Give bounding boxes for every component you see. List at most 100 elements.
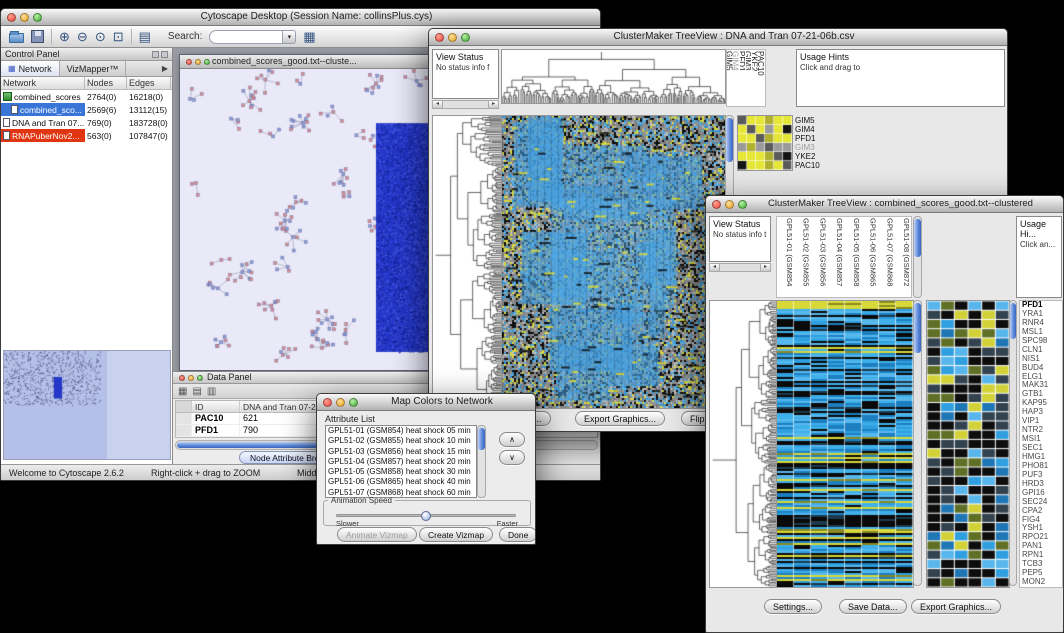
rows-icon[interactable]: ▤ <box>192 386 201 397</box>
float-panel-icon[interactable] <box>152 51 159 58</box>
attribute-item[interactable]: GPL51-05 (GSM858) heat shock 30 min <box>326 467 476 477</box>
zoom-selected-icon[interactable]: ⊡ <box>113 27 124 47</box>
minimize-icon[interactable] <box>188 375 194 381</box>
grid-tool-icon[interactable]: ▦ <box>303 27 315 47</box>
zoom-out-icon[interactable]: ⊖ <box>77 27 88 47</box>
network-name: combined_sco... <box>20 105 82 115</box>
attribute-item[interactable]: GPL51-04 (GSM857) heat shock 20 min <box>326 457 476 467</box>
column-dendrogram-canvas[interactable] <box>501 49 726 104</box>
network-row[interactable]: combined_sco...2569(6)13112(15) <box>1 103 172 116</box>
scrollbar-thumb[interactable] <box>914 303 921 353</box>
tab-overflow-icon[interactable]: ▶ <box>158 61 172 76</box>
dialog-title: Map Colors to Network <box>359 396 525 407</box>
network-row[interactable]: DNA and Tran 07...769(0)183728(0) <box>1 116 172 129</box>
move-up-button[interactable]: ∧ <box>499 432 525 447</box>
attribute-item[interactable]: GPL51-06 (GSM865) heat shock 40 min <box>326 477 476 487</box>
column-label: GPL51-05 (GSM858 <box>844 218 861 297</box>
attribute-list-scrollbar[interactable] <box>477 425 486 498</box>
scroll-left-icon[interactable]: ◂ <box>433 101 443 108</box>
zoom-window-button[interactable] <box>738 200 747 209</box>
close-icon[interactable] <box>179 375 185 381</box>
zoom-window-button[interactable] <box>461 33 470 42</box>
window-title: ClusterMaker TreeView : combined_scores_… <box>748 198 1053 209</box>
close-icon[interactable] <box>186 59 192 65</box>
save-session-icon[interactable] <box>31 30 44 43</box>
annotation-icon[interactable]: ▤ <box>139 27 151 47</box>
heatmap-vscrollbar[interactable] <box>913 300 922 586</box>
minimize-button[interactable] <box>448 33 457 42</box>
minimize-icon[interactable] <box>195 59 201 65</box>
treeview-combined-titlebar[interactable]: ClusterMaker TreeView : combined_scores_… <box>706 196 1063 213</box>
window-controls <box>7 13 42 22</box>
animation-speed-slider[interactable] <box>336 514 516 517</box>
heatmap-canvas[interactable] <box>501 115 726 409</box>
zoom-fit-icon[interactable]: ⊙ <box>95 27 106 47</box>
scrollbar-thumb[interactable] <box>1010 303 1016 339</box>
search-dropdown-icon[interactable]: ▾ <box>283 30 296 44</box>
search-input[interactable] <box>209 30 283 44</box>
zoom-window-button[interactable] <box>349 398 358 407</box>
scroll-right-icon[interactable]: ▸ <box>488 101 498 108</box>
scrollbar-thumb[interactable] <box>726 118 733 162</box>
tab-network[interactable]: ▦Network <box>1 61 60 76</box>
minimize-button[interactable] <box>20 13 29 22</box>
maximize-icon[interactable] <box>204 59 210 65</box>
column-label: PAC10 <box>758 51 764 106</box>
close-button[interactable] <box>712 200 721 209</box>
cytoscape-titlebar[interactable]: Cytoscape Desktop (Session Name: collins… <box>1 9 600 26</box>
tv2-export-graphics-button[interactable]: Export Graphics... <box>911 599 1001 614</box>
scrollbar-thumb[interactable] <box>478 428 485 450</box>
view-status-scrollbar[interactable]: ◂ ▸ <box>709 263 771 272</box>
view-status-panel: View Status No status info t <box>709 216 771 262</box>
tab-vizmapper[interactable]: VizMapper™ <box>60 61 127 76</box>
column-label-scrollbar[interactable] <box>913 216 922 298</box>
document-icon <box>3 118 10 127</box>
network-edges-count: 16218(0) <box>127 92 169 102</box>
minimize-button[interactable] <box>725 200 734 209</box>
global-heatmap-canvas[interactable] <box>776 300 914 588</box>
row-gutter <box>176 425 192 436</box>
scrollbar-thumb[interactable] <box>914 219 921 257</box>
usage-hints-text: Click and drag to <box>800 63 1001 72</box>
zoom-in-icon[interactable]: ⊕ <box>59 27 70 47</box>
attribute-item[interactable]: GPL51-03 (GSM856) heat shock 15 min <box>326 447 476 457</box>
close-button[interactable] <box>435 33 444 42</box>
view-status-scrollbar[interactable]: ◂ ▸ <box>432 100 499 109</box>
hide-panel-icon[interactable] <box>161 51 168 58</box>
tv2-save-data-button[interactable]: Save Data... <box>839 599 907 614</box>
birdseye-view-canvas[interactable] <box>3 350 171 460</box>
attribute-item[interactable]: GPL51-01 (GSM854) heat shock 05 min <box>326 426 476 436</box>
row-dendrogram-canvas[interactable] <box>709 300 777 588</box>
move-down-button[interactable]: ∨ <box>499 450 525 465</box>
close-button[interactable] <box>7 13 16 22</box>
slider-thumb[interactable] <box>421 511 431 521</box>
zoom-vscrollbar[interactable] <box>1009 300 1017 586</box>
view-status-title: View Status <box>713 219 767 229</box>
attribute-item[interactable]: GPL51-02 (GSM855) heat shock 10 min <box>326 436 476 446</box>
network-row[interactable]: combined_scores2764(0)16218(0) <box>1 90 172 103</box>
dialog-done-button[interactable]: Done <box>499 527 536 542</box>
treeview-dna-titlebar[interactable]: ClusterMaker TreeView : DNA and Tran 07-… <box>429 29 1007 46</box>
columns-icon[interactable]: ▥ <box>207 386 216 397</box>
dialog-titlebar[interactable]: Map Colors to Network <box>317 394 535 411</box>
zoom-window-button[interactable] <box>33 13 42 22</box>
zoom-heatmap-canvas[interactable] <box>926 300 1010 588</box>
cluster-label: YKE2 <box>795 152 820 161</box>
network-column-header: Nodes <box>85 77 127 89</box>
close-button[interactable] <box>323 398 332 407</box>
dialog-create-vizmap-button[interactable]: Create Vizmap <box>419 527 493 542</box>
scroll-left-icon[interactable]: ◂ <box>710 264 720 271</box>
attribute-list[interactable]: GPL51-01 (GSM854) heat shock 05 minGPL51… <box>325 425 477 498</box>
tv2-settings-button[interactable]: Settings... <box>764 599 822 614</box>
cluster-mini-heatmap-canvas[interactable] <box>737 115 793 171</box>
table-icon[interactable]: ▦ <box>178 386 187 397</box>
minimize-button[interactable] <box>336 398 345 407</box>
open-session-icon[interactable] <box>9 33 24 43</box>
dialog-animate-vizmap-button: Animate Vizmap <box>337 527 417 542</box>
network-row[interactable]: RNAPuberNov2...563(0)107847(0) <box>1 129 172 142</box>
maximize-icon[interactable] <box>197 375 203 381</box>
tv1-export-graphics-button[interactable]: Export Graphics... <box>575 411 665 426</box>
network-view-title: combined_scores_good.txt--cluste... <box>212 56 357 66</box>
row-dendrogram-canvas[interactable] <box>432 115 502 409</box>
scroll-right-icon[interactable]: ▸ <box>760 264 770 271</box>
